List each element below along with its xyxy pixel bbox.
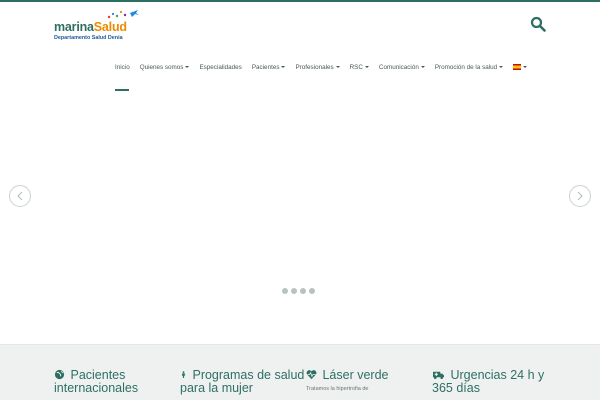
feature-title-line2: internacionales <box>54 381 139 395</box>
feature-description: Tratamos la hipertrofia de <box>306 386 369 392</box>
nav-item-comunicacion[interactable]: Comunicación <box>374 60 430 76</box>
slider-dot[interactable] <box>309 288 315 294</box>
feature-title-line1: Láser verde <box>322 368 389 382</box>
nav-label: RSC <box>349 64 363 71</box>
nav-item-inicio[interactable]: Inicio <box>110 60 135 91</box>
nav-item-quienes-somos[interactable]: Quienes somos <box>135 60 195 76</box>
caret-down-icon <box>420 66 425 68</box>
slider-dot[interactable] <box>282 288 288 294</box>
nav-label: Promoción de la salud <box>434 64 498 71</box>
feature-card-international[interactable]: Pacientes internacionales <box>54 369 138 395</box>
caret-down-icon <box>364 66 369 68</box>
feature-title-line2: para la mujer <box>180 381 253 395</box>
slider-prev-button[interactable] <box>9 185 31 207</box>
site-header: marinaSalud Departamento Salud Denia Ini… <box>0 2 600 100</box>
nav-label: Quienes somos <box>139 64 184 71</box>
caret-down-icon <box>185 66 190 68</box>
chevron-left-icon <box>17 191 23 201</box>
feature-card-women-health[interactable]: Programas de salud para la mujer <box>180 369 304 395</box>
feature-title-line2: 365 días <box>432 381 480 395</box>
chevron-right-icon <box>577 191 583 201</box>
nav-item-profesionales[interactable]: Profesionales <box>290 60 344 76</box>
ambulance-icon <box>433 371 444 379</box>
caret-down-icon <box>281 66 286 68</box>
slider-dot[interactable] <box>300 288 306 294</box>
search-icon <box>530 16 546 32</box>
globe-icon <box>54 369 65 380</box>
site-logo[interactable]: marinaSalud Departamento Salud Denia <box>54 10 144 44</box>
caret-down-icon <box>335 66 340 68</box>
hero-slider <box>0 100 600 344</box>
feature-title-line1: Programas de salud <box>192 368 305 382</box>
feature-title-line1: Pacientes <box>70 368 126 382</box>
nav-item-especialidades[interactable]: Especialidades <box>194 60 246 76</box>
feature-card-green-laser[interactable]: Láser verde Tratamos la hipertrofia de <box>306 369 389 393</box>
slider-pagination <box>282 288 315 294</box>
features-section: Pacientes internacionales Programas de s… <box>0 344 600 400</box>
nav-label: Pacientes <box>251 64 280 71</box>
female-icon <box>181 371 186 378</box>
slider-next-button[interactable] <box>569 185 591 207</box>
nav-label: Comunicación <box>378 64 419 71</box>
main-nav: Inicio Quienes somos Especialidades Paci… <box>110 60 532 91</box>
logo-subtitle: Departamento Salud Denia <box>54 35 123 41</box>
language-selector[interactable] <box>508 60 532 76</box>
slider-dot[interactable] <box>291 288 297 294</box>
feature-card-emergencies[interactable]: Urgencias 24 h y 365 días <box>432 369 544 395</box>
nav-label: Profesionales <box>295 64 334 71</box>
caret-down-icon <box>499 66 504 68</box>
feature-title-line1: Urgencias 24 h y <box>450 368 545 382</box>
nav-label: Inicio <box>115 64 130 71</box>
nav-label: Especialidades <box>199 64 242 71</box>
logo-wordmark: marinaSalud <box>54 20 127 34</box>
spain-flag-icon <box>513 63 522 70</box>
caret-down-icon <box>523 66 528 68</box>
nav-item-rsc[interactable]: RSC <box>345 60 374 76</box>
nav-item-pacientes[interactable]: Pacientes <box>247 60 291 76</box>
nav-item-promocion-salud[interactable]: Promoción de la salud <box>430 60 508 76</box>
search-button[interactable] <box>530 16 548 34</box>
heartbeat-icon <box>306 370 317 380</box>
logo-word-marina: marina <box>54 20 94 34</box>
logo-word-salud: Salud <box>93 20 127 34</box>
